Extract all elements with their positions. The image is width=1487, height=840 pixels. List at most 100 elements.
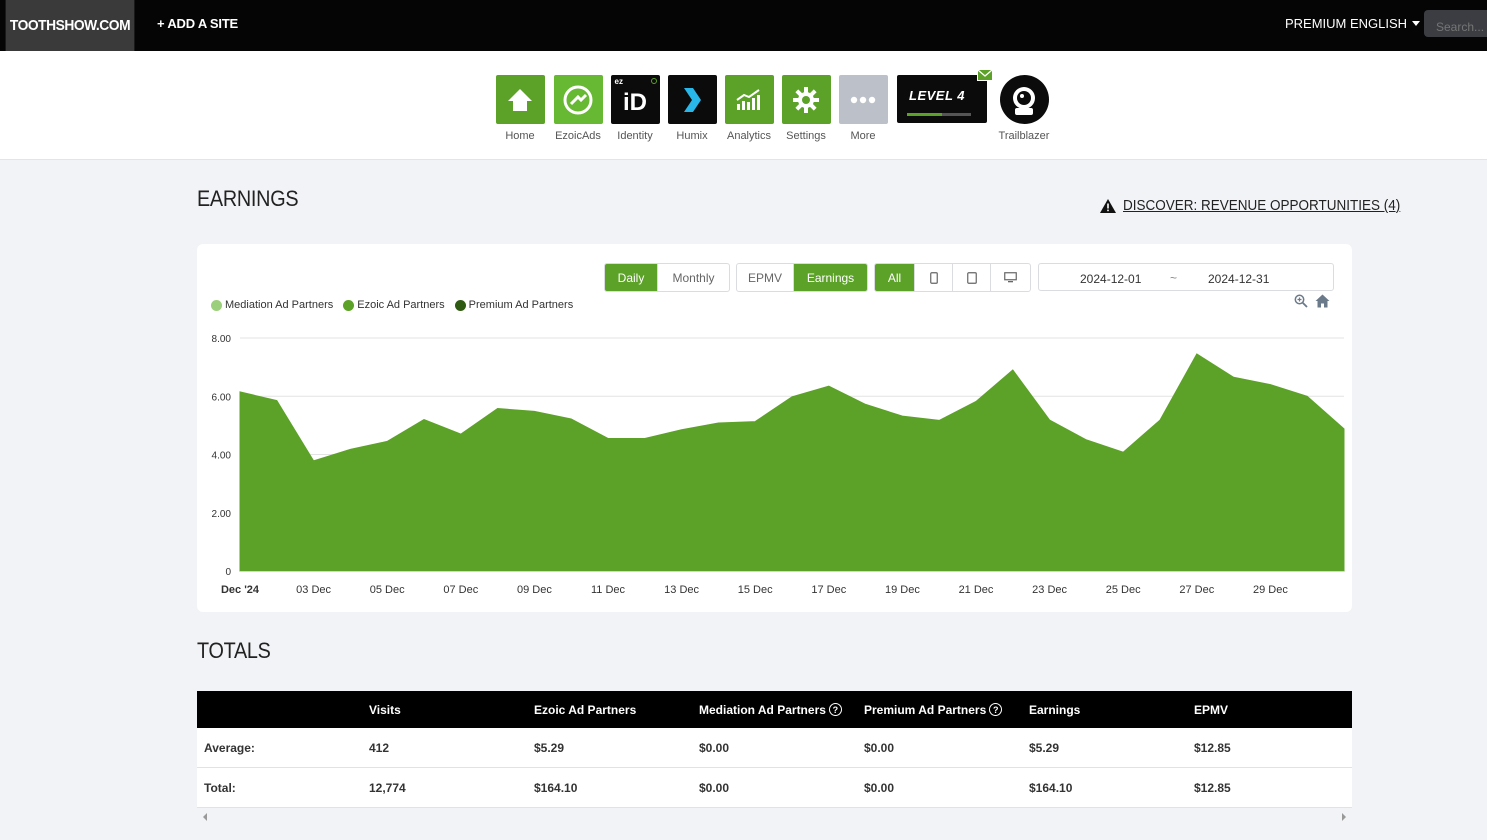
x-tick-label: 13 Dec [664,584,699,596]
identity-dot-icon [650,78,657,84]
identity-icon: ez iD [610,75,660,124]
add-site-link[interactable]: + ADD A SITE [157,16,238,31]
cell-earnings: $5.29 [1029,740,1060,755]
chevron-down-icon [1412,21,1421,26]
header-mediation: Mediation Ad Partners ? [699,703,842,717]
nav-trailblazer-label: Trailblazer [998,130,1050,142]
x-tick-label: 17 Dec [811,584,846,596]
site-name-button[interactable]: TOOTHSHOW.COM [5,0,135,51]
humix-icon [667,75,717,124]
scroll-left-icon[interactable] [203,813,207,821]
help-icon[interactable]: ? [828,703,842,716]
nav-humix-label: Humix [676,130,708,142]
period-toggle: Daily Monthly [604,263,730,292]
nav-home[interactable]: Home [490,75,550,142]
discover-link[interactable]: DISCOVER: REVENUE OPPORTUNITIES (4) [1099,197,1431,214]
metric-toggle: EPMV Earnings [736,263,868,292]
legend-item-ezoic[interactable]: Ezoic Ad Partners [343,299,445,311]
x-tick-label: 29 Dec [1253,584,1288,596]
nav-analytics-label: Analytics [726,130,772,142]
header-premium-label: Premium Ad Partners [864,702,987,717]
row-label: Average: [204,740,255,755]
totals-table: Visits Ezoic Ad Partners Mediation Ad Pa… [197,691,1352,825]
cell-premium: $0.00 [864,740,895,755]
nav-settings-label: Settings [786,130,826,142]
mobile-button[interactable] [915,264,953,291]
nav-settings[interactable]: Settings [776,75,836,142]
nav-humix[interactable]: Humix [662,75,722,142]
scroll-right-icon[interactable] [1342,813,1346,821]
premium-link[interactable]: PREMIUM [1285,16,1346,31]
level-progress-fill [907,113,943,116]
legend-label: Ezoic Ad Partners [357,299,445,311]
x-tick-label: 15 Dec [738,584,773,596]
nav-analytics[interactable]: Analytics [719,75,779,142]
header-earnings: Earnings [1029,702,1081,717]
gear-icon [781,75,831,124]
header-mediation-label: Mediation Ad Partners [699,702,826,717]
reset-home-icon[interactable] [1315,294,1330,308]
x-tick-label: 19 Dec [885,584,920,596]
nav-identity[interactable]: ez iD Identity [605,75,665,142]
x-tick-label: 07 Dec [443,584,478,596]
horizontal-scrollbar[interactable] [197,808,1352,825]
area-series [239,353,1345,572]
legend-dot [211,299,222,311]
language-dropdown[interactable]: ENGLISH [1350,16,1421,31]
nav-more[interactable]: More [833,75,893,142]
cell-epmv: $12.85 [1194,740,1231,755]
x-tick-label: 11 Dec [591,584,626,596]
header-premium: Premium Ad Partners ? [864,702,1003,717]
desktop-button[interactable] [991,264,1030,291]
home-icon [495,75,545,124]
earnings-button[interactable]: Earnings [794,264,867,291]
discover-label: DISCOVER: REVENUE OPPORTUNITIES (4) [1123,197,1401,214]
x-tick-label: 03 Dec [296,584,331,596]
x-tick-label: 23 Dec [1032,584,1067,596]
nav-ezoicads[interactable]: EzoicAds [548,75,608,142]
help-icon[interactable]: ? [989,703,1003,716]
tablet-button[interactable] [953,264,991,291]
header-visits: Visits [369,702,401,717]
mail-icon[interactable] [977,69,993,81]
epmv-button[interactable]: EPMV [737,264,794,291]
astronaut-icon [999,75,1049,124]
y-tick-label: 0 [225,567,231,578]
legend-item-premium[interactable]: Premium Ad Partners [454,299,573,311]
row-label: Total: [204,780,236,795]
header-ezoic: Ezoic Ad Partners [534,702,637,717]
level-progress-bar [907,113,971,116]
cell-ezoic: $5.29 [534,740,565,755]
x-tick-label: 25 Dec [1106,584,1141,596]
monthly-button[interactable]: Monthly [658,264,729,291]
cell-epmv: $12.85 [1194,780,1231,795]
level-badge[interactable]: LEVEL 4 [897,75,987,123]
y-tick-label: 2.00 [212,509,232,520]
nav-trailblazer[interactable]: Trailblazer [994,75,1054,142]
device-toggle: All [874,263,1031,292]
x-tick-label: 27 Dec [1179,584,1214,596]
nav-identity-label: Identity [617,130,653,142]
legend-dot [343,299,355,311]
zoom-icon[interactable] [1294,294,1308,308]
nav-more-label: More [850,130,876,142]
cell-ezoic: $164.10 [534,780,578,795]
table-header: Visits Ezoic Ad Partners Mediation Ad Pa… [197,691,1352,728]
nav-ezoicads-label: EzoicAds [555,130,601,142]
identity-text: iD [623,88,647,116]
daily-button[interactable]: Daily [605,264,658,291]
y-tick-label: 6.00 [212,392,232,403]
tablet-icon [966,271,977,284]
cell-earnings: $164.10 [1029,780,1073,795]
legend-item-mediation[interactable]: Mediation Ad Partners [211,299,333,311]
device-all-button[interactable]: All [875,264,915,291]
search-input[interactable] [1424,10,1487,37]
cell-visits: 412 [369,740,390,755]
totals-title: TOTALS [197,638,271,663]
app-nav: Home EzoicAds ez iD Identity Humix Analy… [0,51,1487,160]
analytics-icon [724,75,774,124]
desktop-icon [1004,272,1017,283]
cell-premium: $0.00 [864,780,895,795]
header-epmv: EPMV [1194,702,1229,717]
date-range-picker[interactable]: 2024-12-01 ~ 2024-12-31 [1038,263,1334,291]
